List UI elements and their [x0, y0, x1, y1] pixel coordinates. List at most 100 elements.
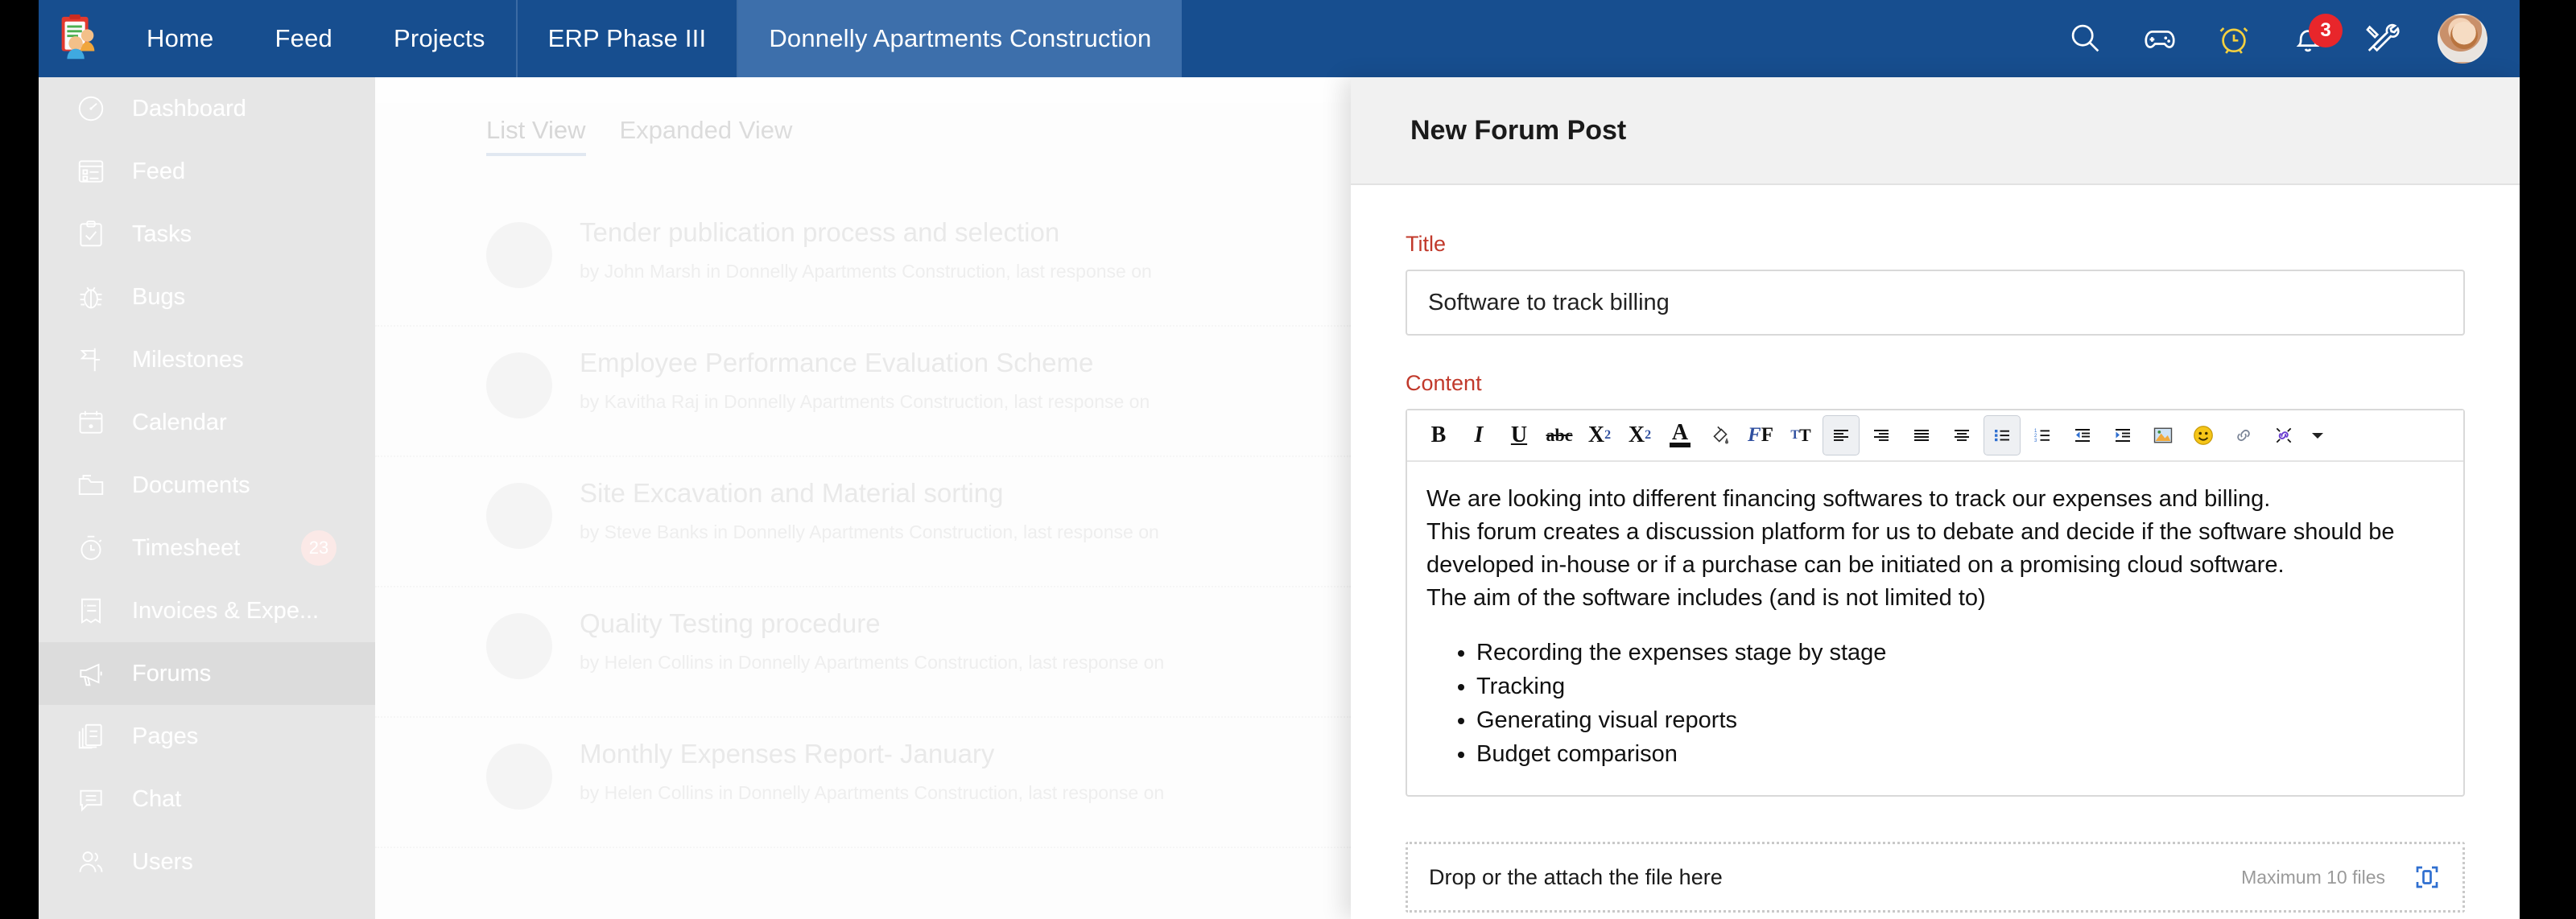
content-bullet-list: Recording the expenses stage by stage Tr…	[1476, 636, 2444, 771]
sidebar-item-pages[interactable]: Pages	[39, 705, 375, 768]
content-field-label: Content	[1406, 371, 1482, 395]
forum-topic-row[interactable]: Site Excavation and Material sorting by …	[375, 457, 1351, 587]
sidebar-item-feed[interactable]: Feed	[39, 140, 375, 203]
sidebar-item-forums[interactable]: Forums	[39, 642, 375, 705]
folder-doc-icon	[72, 470, 109, 501]
search-icon[interactable]	[2067, 20, 2104, 57]
nav-tab-feed[interactable]: Feed	[245, 0, 363, 77]
sidebar-item-documents[interactable]: Documents	[39, 454, 375, 517]
topic-title[interactable]: Employee Performance Evaluation Scheme	[580, 348, 1150, 378]
user-avatar[interactable]	[2438, 14, 2487, 64]
content-editor-area[interactable]: We are looking into different financing …	[1407, 462, 2463, 795]
file-dropzone[interactable]: Drop or the attach the file here Maximum…	[1406, 842, 2465, 913]
sidebar-item-timesheet[interactable]: Timesheet 23	[39, 517, 375, 579]
sidebar-item-milestones[interactable]: Milestones	[39, 328, 375, 391]
nav-tab-erp-phase-iii[interactable]: ERP Phase III	[515, 0, 737, 77]
game-controller-icon[interactable]	[2141, 20, 2178, 57]
tab-label: List View	[486, 116, 586, 144]
nav-tab-donnelly-apartments-construction[interactable]: Donnelly Apartments Construction	[737, 0, 1183, 77]
notification-bell-icon[interactable]: 3	[2289, 14, 2343, 57]
topic-title[interactable]: Monthly Expenses Report- January	[580, 739, 1164, 769]
sidebar-item-bugs[interactable]: Bugs	[39, 266, 375, 328]
unlink-icon[interactable]	[2265, 415, 2302, 455]
app-window: Home Feed Projects ERP Phase III Donnell…	[39, 0, 2520, 919]
tab-label: Expanded View	[619, 116, 793, 144]
align-justify-icon[interactable]	[1903, 415, 1940, 455]
strikethrough-icon[interactable]: abc	[1541, 415, 1578, 455]
attach-frame-icon[interactable]	[2413, 863, 2442, 892]
align-right-icon[interactable]	[1863, 415, 1900, 455]
insert-image-icon[interactable]	[2145, 415, 2182, 455]
sidebar-item-chat[interactable]: Chat	[39, 768, 375, 830]
topic-meta: by Helen Collins in Donnelly Apartments …	[580, 782, 1165, 803]
sidebar-item-users[interactable]: Users	[39, 830, 375, 893]
insert-link-icon[interactable]	[2225, 415, 2262, 455]
dropzone-label: Drop or the attach the file here	[1429, 864, 1723, 889]
users-icon	[72, 847, 109, 877]
forum-topic-row[interactable]: Monthly Expenses Report- January by Hele…	[375, 718, 1351, 848]
sidebar-item-label: Forums	[132, 660, 212, 686]
tab-expanded-view[interactable]: Expanded View	[620, 116, 793, 156]
sidebar-item-label: Documents	[132, 472, 250, 498]
tab-list-view[interactable]: List View	[486, 116, 586, 156]
font-family-icon[interactable]: FF	[1742, 415, 1779, 455]
nav-tab-projects[interactable]: Projects	[363, 0, 516, 77]
title-input-value: Software to track billing	[1428, 289, 1670, 315]
content-paragraph: The aim of the software includes (and is…	[1426, 585, 1986, 611]
sidebar-item-calendar[interactable]: Calendar	[39, 391, 375, 454]
emoji-icon[interactable]	[2185, 415, 2222, 455]
topic-body: Monthly Expenses Report- January by Hele…	[580, 739, 1164, 804]
chevron-down-icon[interactable]	[2306, 415, 2330, 455]
subscript-icon[interactable]: X2	[1581, 415, 1618, 455]
top-navigation-bar: Home Feed Projects ERP Phase III Donnell…	[39, 0, 2520, 77]
dropzone-max-files: Maximum 10 files	[2241, 866, 2385, 888]
sidebar: Dashboard Feed Tasks Bugs Milestones Cal…	[39, 77, 375, 919]
italic-icon[interactable]: I	[1460, 415, 1497, 455]
list-item: Generating visual reports	[1476, 703, 2444, 737]
receipt-icon	[72, 595, 109, 626]
megaphone-icon	[72, 658, 109, 689]
nav-tab-label: Home	[147, 24, 214, 52]
nav-tab-home[interactable]: Home	[116, 0, 245, 77]
title-input[interactable]: Software to track billing	[1406, 270, 2465, 336]
forum-topic-row[interactable]: Tender publication process and selection…	[375, 196, 1351, 327]
content-paragraph: This forum creates a discussion platform…	[1426, 519, 2395, 578]
clipboard-people-logo[interactable]	[39, 0, 116, 77]
topic-title[interactable]: Quality Testing procedure	[580, 608, 1164, 639]
sidebar-item-tasks[interactable]: Tasks	[39, 203, 375, 266]
svg-text:3: 3	[2034, 439, 2037, 443]
align-left-icon[interactable]	[1823, 415, 1860, 455]
content-paragraph: We are looking into different financing …	[1426, 486, 2271, 512]
topic-body: Quality Testing procedure by Helen Colli…	[580, 608, 1164, 674]
numbered-list-icon[interactable]: 123	[2024, 415, 2061, 455]
superscript-icon[interactable]: X2	[1621, 415, 1658, 455]
outdent-icon[interactable]	[2064, 415, 2101, 455]
background-color-icon[interactable]	[1702, 415, 1739, 455]
alarm-clock-icon[interactable]	[2215, 20, 2252, 57]
avatar	[486, 352, 552, 418]
bulleted-list-icon[interactable]	[1984, 415, 2021, 455]
forum-topic-list: Tender publication process and selection…	[375, 196, 1351, 848]
sidebar-item-label: Tasks	[132, 220, 192, 247]
sidebar-item-label: Timesheet	[132, 534, 241, 561]
sidebar-item-invoices-expenses[interactable]: Invoices & Expe...	[39, 579, 375, 642]
new-forum-post-panel: New Forum Post Title Software to track b…	[1351, 77, 2520, 919]
sidebar-item-dashboard[interactable]: Dashboard	[39, 77, 375, 140]
nav-tab-list: Home Feed Projects ERP Phase III Donnell…	[116, 0, 1183, 77]
topic-title[interactable]: Tender publication process and selection	[580, 217, 1152, 248]
indent-icon[interactable]	[2104, 415, 2141, 455]
align-center-icon[interactable]	[1943, 415, 1980, 455]
font-color-icon[interactable]: A	[1662, 415, 1699, 455]
sidebar-item-label: Chat	[132, 785, 182, 812]
topic-title[interactable]: Site Excavation and Material sorting	[580, 478, 1159, 509]
bold-icon[interactable]: B	[1420, 415, 1457, 455]
font-size-icon[interactable]: TT	[1782, 415, 1819, 455]
underline-icon[interactable]: U	[1501, 415, 1538, 455]
notification-badge: 3	[2309, 14, 2343, 47]
forum-topic-row[interactable]: Employee Performance Evaluation Scheme b…	[375, 327, 1351, 457]
bug-icon	[72, 282, 109, 312]
forum-topic-row[interactable]: Quality Testing procedure by Helen Colli…	[375, 587, 1351, 718]
editor-toolbar: B I U abc X2 X2 A FF TT 1 2 3	[1407, 410, 2463, 462]
tools-wrench-screwdriver-icon[interactable]	[2363, 20, 2401, 57]
